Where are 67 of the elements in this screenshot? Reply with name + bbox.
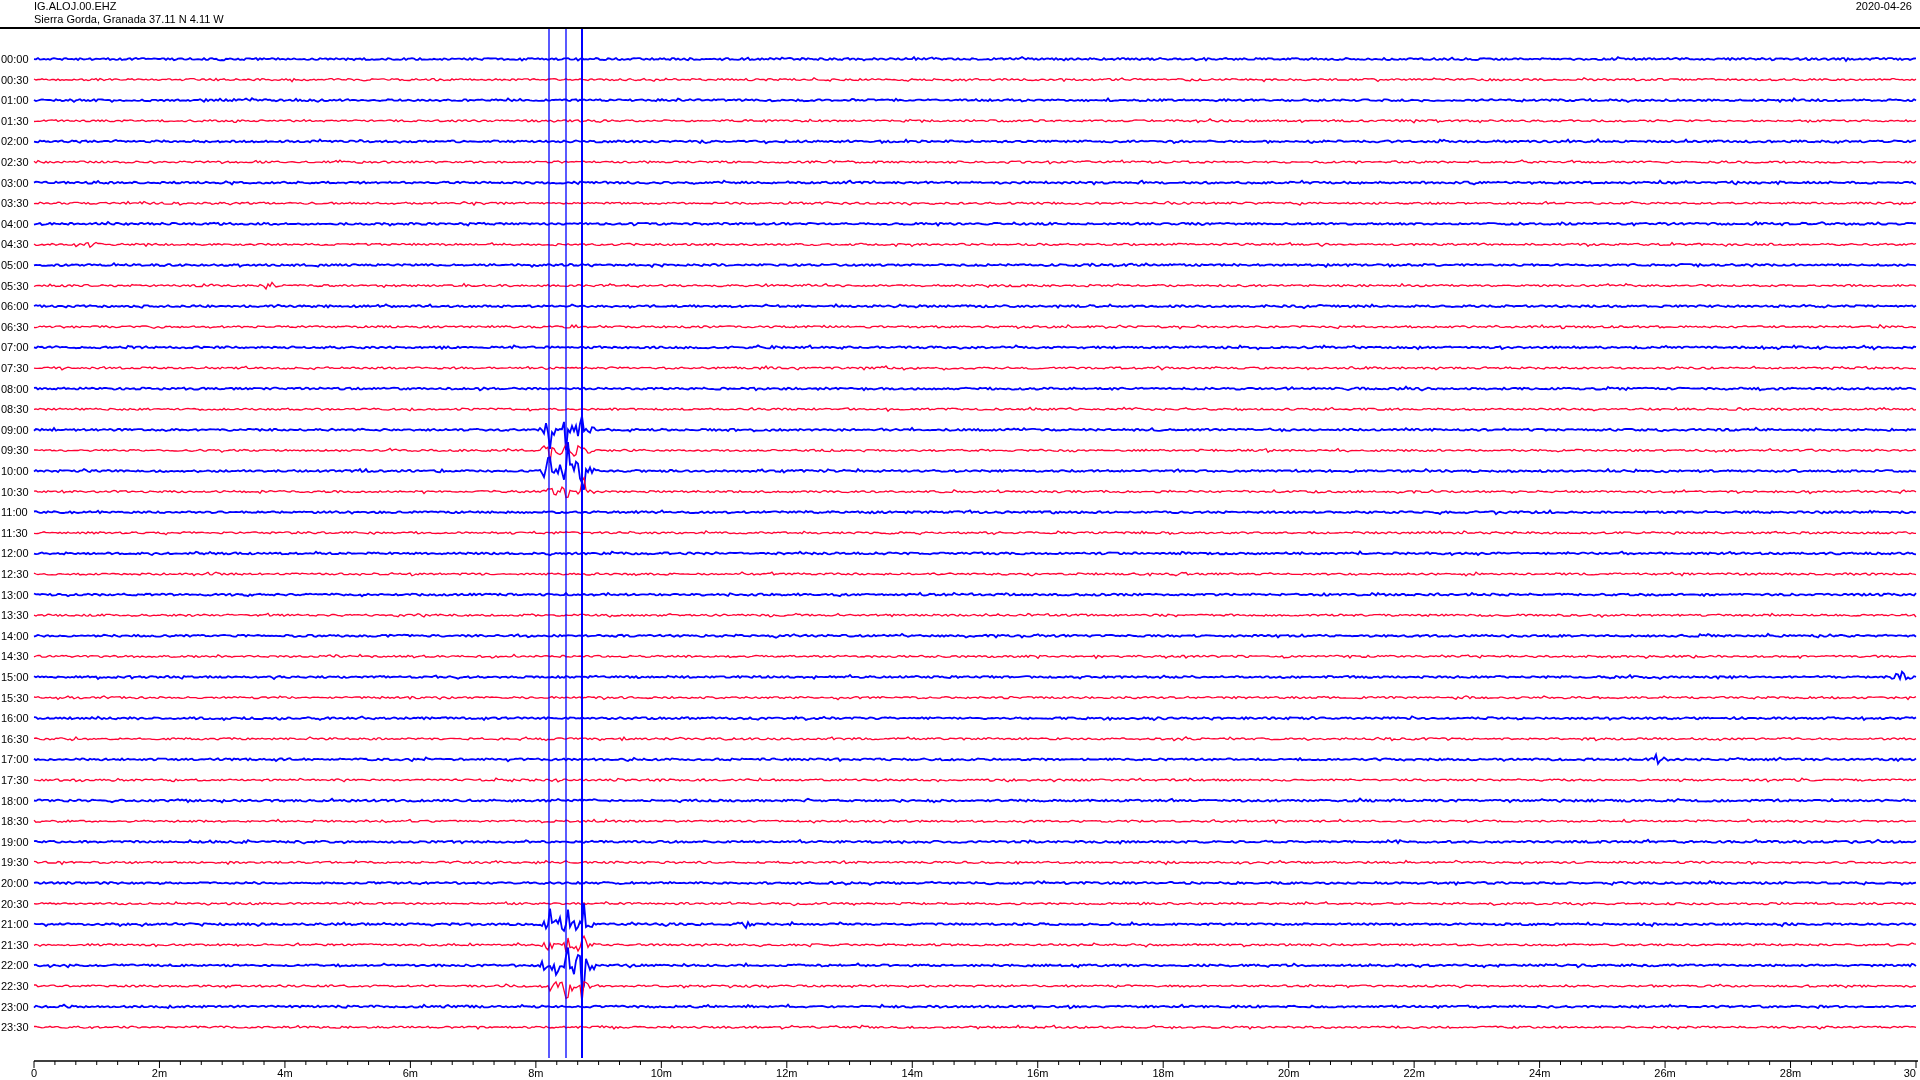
station-location: Sierra Gorda, Granada 37.11 N 4.11 W bbox=[34, 13, 224, 26]
row-time-label: 00:00 bbox=[1, 53, 29, 65]
row-time-label: 01:00 bbox=[1, 94, 29, 107]
row-time-label: 15:00 bbox=[1, 671, 29, 683]
row-time-label: 07:30 bbox=[1, 362, 29, 374]
axis-label: 18m bbox=[1152, 1067, 1174, 1078]
axis-label: 10m bbox=[650, 1067, 673, 1078]
row-time-label: 13:00 bbox=[1, 588, 29, 601]
row-time-label: 08:00 bbox=[1, 382, 29, 395]
axis-label: 22m bbox=[1403, 1067, 1425, 1078]
row-time-label: 10:00 bbox=[1, 465, 29, 477]
axis-label: 6m bbox=[402, 1067, 419, 1078]
row-time-label: 02:00 bbox=[1, 135, 29, 148]
row-time-label: 00:30 bbox=[1, 73, 29, 86]
row-time-label: 21:30 bbox=[1, 938, 29, 951]
axis-label: 2m bbox=[151, 1067, 168, 1078]
row-time-label: 19:00 bbox=[1, 835, 29, 848]
row-time-label: 19:30 bbox=[1, 856, 29, 869]
axis-label: 16m bbox=[1027, 1067, 1049, 1078]
row-time-label: 10:30 bbox=[1, 485, 29, 498]
axis-label: 12m bbox=[776, 1067, 798, 1078]
row-time-label: 15:30 bbox=[1, 691, 29, 704]
row-time-label: 09:30 bbox=[1, 444, 29, 457]
row-time-label: 11:00 bbox=[1, 506, 28, 519]
row-time-label: 14:00 bbox=[1, 629, 29, 642]
row-time-label: 12:30 bbox=[1, 568, 29, 580]
row-time-label: 22:30 bbox=[1, 980, 29, 992]
row-time-label: 05:30 bbox=[1, 279, 29, 292]
axis-label: 14m bbox=[901, 1067, 923, 1078]
row-time-label: 18:30 bbox=[1, 815, 29, 828]
row-time-label: 23:00 bbox=[1, 1000, 29, 1013]
row-time-label: 08:30 bbox=[1, 403, 29, 416]
axis-label: 30 bbox=[1903, 1067, 1916, 1078]
row-time-label: 17:00 bbox=[1, 753, 29, 766]
axis-label: 24m bbox=[1528, 1067, 1551, 1078]
row-time-label: 16:30 bbox=[1, 732, 29, 745]
plot-date: 2020-04-26 bbox=[1855, 0, 1912, 14]
row-time-label: 14:30 bbox=[1, 650, 29, 663]
row-time-label: 16:00 bbox=[1, 712, 29, 725]
row-time-label: 22:00 bbox=[1, 959, 29, 972]
axis-label: 8m bbox=[528, 1067, 544, 1078]
row-time-label: 02:30 bbox=[1, 156, 29, 168]
row-time-label: 11:30 bbox=[1, 526, 28, 539]
axis-label: 20m bbox=[1277, 1067, 1300, 1078]
row-time-label: 09:00 bbox=[1, 423, 29, 436]
row-time-label: 12:00 bbox=[1, 547, 29, 560]
row-time-label: 13:30 bbox=[1, 609, 29, 622]
row-time-label: 06:00 bbox=[1, 300, 29, 313]
row-time-label: 03:30 bbox=[1, 197, 29, 210]
row-time-label: 20:30 bbox=[1, 897, 29, 910]
row-time-label: 17:30 bbox=[1, 774, 29, 786]
axis-label: 0 bbox=[30, 1067, 38, 1078]
row-time-label: 20:00 bbox=[1, 877, 29, 889]
row-time-label: 07:00 bbox=[1, 341, 29, 354]
row-time-label: 04:00 bbox=[1, 217, 29, 230]
row-time-label: 06:30 bbox=[1, 320, 29, 333]
axis-label: 4m bbox=[277, 1067, 293, 1078]
row-time-label: 01:30 bbox=[1, 114, 29, 127]
row-time-label: 23:30 bbox=[1, 1021, 29, 1034]
axis-label: 26m bbox=[1654, 1067, 1676, 1078]
axis-label: 28m bbox=[1779, 1067, 1802, 1078]
row-time-label: 03:00 bbox=[1, 176, 29, 189]
row-time-label: 21:00 bbox=[1, 918, 29, 931]
row-time-label: 04:30 bbox=[1, 238, 29, 251]
station-code: IG.ALOJ.00.EHZ bbox=[34, 0, 118, 13]
row-time-label: 18:00 bbox=[1, 794, 29, 807]
row-time-label: 05:00 bbox=[1, 259, 29, 271]
